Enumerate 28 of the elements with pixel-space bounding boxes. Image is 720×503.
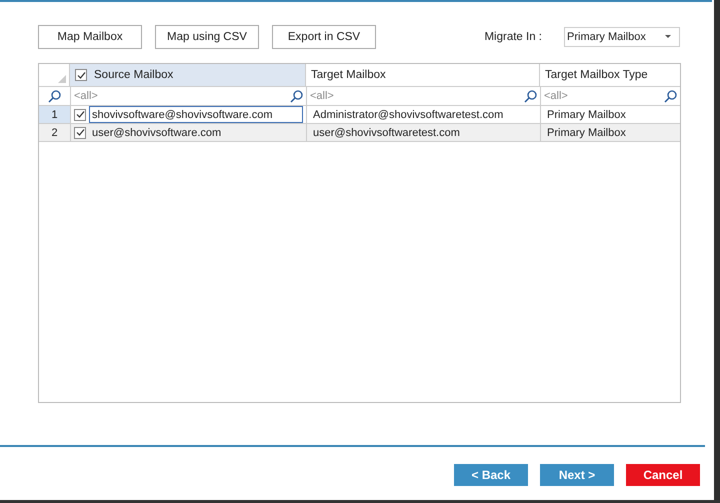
table-cell-text: user@shovivsoftware.com (91, 126, 222, 140)
wizard-button[interactable]: < Back (454, 464, 528, 486)
toolbar-button[interactable]: Map using CSV (155, 25, 259, 49)
filter-field[interactable]: <all> (544, 90, 568, 102)
search-icon[interactable] (524, 90, 537, 102)
header-checkbox[interactable] (75, 69, 87, 81)
table-cell-text: Primary Mailbox (546, 108, 627, 122)
search-icon[interactable] (48, 90, 61, 102)
row-checkbox[interactable] (74, 126, 86, 138)
migrate-in-dropdown[interactable]: Primary Mailbox (564, 27, 680, 47)
row-number: 1 (39, 106, 71, 123)
table-cell-text: Administrator@shovivsoftwaretest.com (312, 108, 504, 122)
search-icon[interactable] (664, 90, 677, 102)
filter-field[interactable]: <all> (310, 90, 334, 102)
table-cell-text: Primary Mailbox (546, 126, 627, 140)
row-number: 2 (39, 124, 71, 141)
wizard-button[interactable]: Cancel (626, 464, 700, 486)
column-header[interactable]: Source Mailbox (70, 64, 306, 86)
row-checkbox[interactable] (74, 108, 86, 120)
table-cell-text: user@shovivsoftwaretest.com (312, 126, 461, 140)
toolbar-button[interactable]: Map Mailbox (38, 25, 142, 49)
search-icon[interactable] (290, 90, 303, 102)
table-cell: shovivsoftware@shovivsoftware.com (89, 106, 303, 123)
caret-icon (665, 35, 671, 39)
wizard-button[interactable]: Next > (540, 464, 614, 486)
filter-field[interactable]: <all> (74, 90, 98, 102)
migrate-in-label: Migrate In : (484, 31, 542, 43)
toolbar-button[interactable]: Export in CSV (272, 25, 376, 49)
